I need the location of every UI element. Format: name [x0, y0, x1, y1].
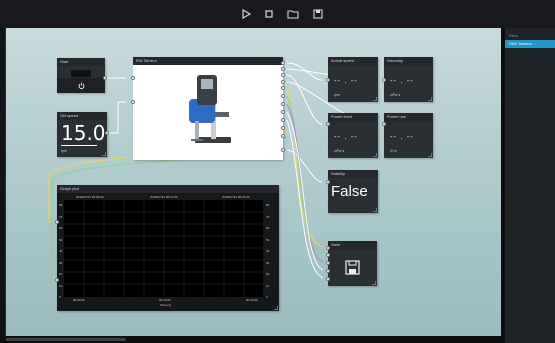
graph-header-mid: 2016/07/31 08:10:00: [150, 195, 178, 199]
set-speed-title: Set speed: [57, 112, 107, 120]
graph-title: Graph plot: [57, 185, 279, 193]
start-display: [71, 70, 91, 77]
power-force-node[interactable]: Power force -- . -- mPa·s: [326, 113, 378, 158]
graph-y-left-tick: 80: [59, 203, 63, 207]
start-button[interactable]: [57, 78, 105, 93]
stirrer-image: [189, 75, 231, 143]
power-use-unit: N·m: [390, 149, 397, 153]
graph-y-right-tick: 80: [266, 203, 270, 207]
resize-grip[interactable]: [373, 153, 377, 157]
start-output-port[interactable]: [103, 76, 107, 80]
power-use-title: Power use: [384, 113, 433, 121]
set-speed-underline: [61, 145, 97, 146]
graph-x-title: Time (s): [160, 303, 171, 307]
set-speed-node[interactable]: Set speed 15.0 rpm: [57, 112, 109, 157]
device-output-port-1[interactable]: [281, 61, 285, 65]
graph-x-mid: 00:10:00: [159, 298, 171, 302]
graph-y-left-tick: 50: [59, 237, 63, 242]
save-input-port-4[interactable]: [326, 269, 330, 273]
stability-title: Stability: [328, 170, 378, 178]
device-output-port-2[interactable]: [281, 67, 285, 71]
viscosity-title: Viscosity: [384, 57, 433, 65]
viscosity-unit: mPa·s: [390, 93, 401, 97]
viscosity-value: -- . --: [390, 77, 414, 85]
graph-y-right-tick: 30: [266, 260, 270, 265]
device-output-port-6[interactable]: [281, 94, 285, 98]
resize-grip[interactable]: [102, 152, 106, 156]
resize-grip[interactable]: [274, 306, 278, 310]
power-force-unit: mPa·s: [334, 149, 345, 153]
actual-speed-title: Actual speed: [328, 57, 378, 65]
device-output-port-5[interactable]: [281, 86, 285, 90]
save-input-port-3[interactable]: [326, 261, 330, 265]
save-input-port-5[interactable]: [326, 277, 330, 281]
graph-y-right-tick: 0: [266, 295, 268, 299]
graph-y-right-tick: 40: [266, 249, 270, 253]
device-output-port-9[interactable]: [281, 118, 285, 122]
device-output-port-3[interactable]: [281, 73, 285, 77]
set-speed-output-port[interactable]: [105, 131, 109, 135]
graph-header-right: 2016/07/31 08:20:00: [222, 195, 250, 199]
device-input-port-1[interactable]: [131, 76, 135, 80]
graph-input-port-1[interactable]: [55, 220, 59, 224]
power-force-value: -- . --: [334, 133, 358, 141]
graph-y-left-tick: 0: [59, 295, 61, 299]
resize-grip[interactable]: [428, 153, 432, 157]
power-force-title: Power force: [328, 113, 378, 121]
power-use-value: -- . --: [390, 133, 414, 141]
actual-speed-input-port[interactable]: [326, 78, 330, 82]
graph-y-right-tick: 70: [266, 214, 270, 219]
power-force-input-port[interactable]: [326, 122, 330, 126]
set-speed-value[interactable]: 15.0: [61, 123, 106, 143]
device-node[interactable]: RW Stirrers: [131, 57, 285, 160]
graph-y-left-tick: 60: [59, 226, 63, 230]
stability-node[interactable]: Stability False: [326, 170, 378, 213]
device-output-port-12[interactable]: [281, 148, 285, 152]
start-node-title: Start: [57, 58, 105, 66]
viscosity-input-port[interactable]: [382, 78, 386, 82]
graph-y-left-tick: 10: [59, 283, 63, 288]
viscosity-node[interactable]: Viscosity -- . -- mPa·s: [382, 57, 433, 102]
graph-x-right: 00:20:00: [246, 298, 258, 302]
start-node[interactable]: Start: [57, 58, 107, 93]
device-output-port-7[interactable]: [281, 102, 285, 106]
resize-grip[interactable]: [373, 97, 377, 101]
power-use-node[interactable]: Power use -- . -- N·m: [382, 113, 433, 158]
graph-plot-area[interactable]: [64, 200, 263, 297]
save-input-port-2[interactable]: [326, 253, 330, 257]
actual-speed-node[interactable]: Actual speed -- . -- rpm: [326, 57, 378, 102]
device-output-port-8[interactable]: [281, 110, 285, 114]
graph-y-left-tick: 40: [59, 249, 63, 253]
graph-y-left-tick: 30: [59, 260, 63, 265]
device-output-port-10[interactable]: [281, 126, 285, 130]
stability-value: False: [331, 183, 368, 200]
device-input-port-2[interactable]: [131, 100, 135, 104]
graph-y-right-tick: 20: [266, 272, 270, 276]
actual-speed-unit: rpm: [334, 93, 341, 97]
actual-speed-value: -- . --: [334, 77, 358, 85]
stability-input-port[interactable]: [326, 180, 330, 184]
graph-grid: [64, 200, 263, 297]
resize-grip[interactable]: [372, 281, 376, 285]
graph-y-left-tick: 20: [59, 272, 63, 276]
power-use-input-port[interactable]: [382, 122, 386, 126]
device-output-port-4[interactable]: [281, 80, 285, 84]
graph-y-left-tick: 70: [59, 214, 63, 219]
save-node[interactable]: Save: [326, 241, 377, 286]
power-icon: [78, 82, 84, 89]
graph-x-left: 00:00:00: [73, 298, 85, 302]
graph-header-left: 2016/07/31 08:00:00: [76, 195, 104, 199]
graph-input-port-2[interactable]: [55, 278, 59, 282]
set-speed-unit: rpm: [61, 149, 68, 153]
device-output-port-11[interactable]: [281, 134, 285, 138]
save-node-icon: [345, 260, 360, 275]
resize-grip[interactable]: [373, 208, 377, 212]
graph-y-right-tick: 60: [266, 226, 270, 230]
resize-grip[interactable]: [428, 97, 432, 101]
graph-y-right-tick: 10: [266, 283, 270, 288]
graph-y-right-tick: 50: [266, 237, 270, 242]
save-input-port-1[interactable]: [326, 246, 330, 250]
